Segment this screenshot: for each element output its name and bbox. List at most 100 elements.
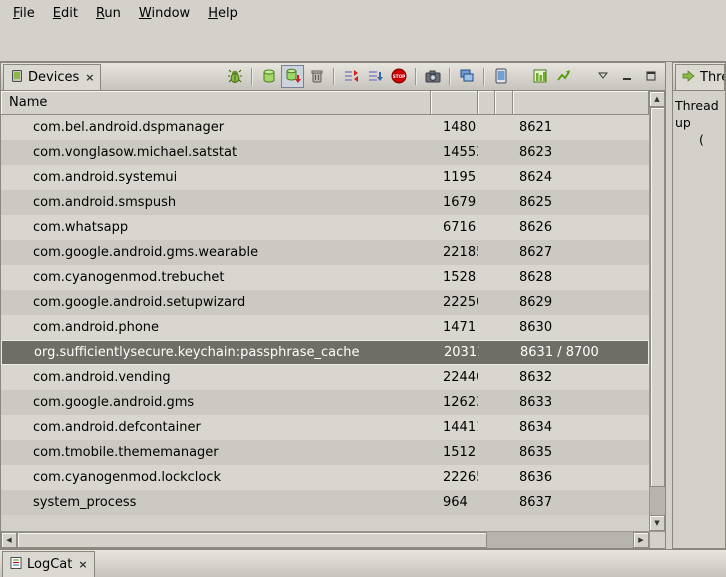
column-header-name[interactable]: Name	[1, 91, 431, 115]
method-profiling-icon[interactable]	[528, 65, 551, 88]
process-name: com.android.smspush	[1, 195, 431, 210]
tab-devices[interactable]: Devices ×	[3, 64, 101, 90]
process-port: 8625	[513, 195, 649, 210]
table-row[interactable]: system_process 964 8637	[1, 490, 649, 515]
scrollbar-corner	[649, 531, 665, 548]
menu-edit[interactable]: Edit	[44, 2, 87, 25]
tab-threads-label: Threads	[700, 70, 725, 85]
scroll-up-icon[interactable]: ▲	[649, 91, 665, 107]
table-rows: com.bel.android.dspmanager 1480 8621 com…	[1, 115, 649, 515]
menu-run[interactable]: Run	[87, 2, 130, 25]
column-header-b[interactable]	[495, 91, 513, 115]
table-row[interactable]: com.android.phone 1471 8630	[1, 315, 649, 340]
logcat-bar: LogCat ×	[0, 549, 726, 577]
update-threads-icon[interactable]	[339, 65, 362, 88]
process-port: 8629	[513, 295, 649, 310]
process-port: 8628	[513, 270, 649, 285]
threads-message: Thread up (	[673, 91, 725, 154]
process-table: Name com.bel.android.dspmanager 1480 862…	[1, 91, 665, 548]
table-row[interactable]: com.android.smspush 1679 8625	[1, 190, 649, 215]
column-header-a[interactable]	[478, 91, 495, 115]
toolbar-separator	[483, 68, 484, 85]
update-heap-icon[interactable]	[257, 65, 280, 88]
tab-logcat[interactable]: LogCat ×	[2, 551, 95, 577]
table-row[interactable]: com.whatsapp 6716 8626	[1, 215, 649, 240]
menu-help[interactable]: Help	[199, 2, 247, 25]
horizontal-scrollbar[interactable]: ◀ ▶	[1, 531, 649, 548]
process-port: 8634	[513, 420, 649, 435]
process-name: com.android.vending	[1, 370, 431, 385]
process-name: com.android.systemui	[1, 170, 431, 185]
devices-tabbar: Devices ×	[1, 63, 665, 91]
vertical-scrollbar[interactable]: ▲ ▼	[649, 91, 665, 531]
process-port: 8636	[513, 470, 649, 485]
close-icon[interactable]: ×	[78, 558, 87, 571]
scroll-down-icon[interactable]: ▼	[649, 515, 665, 531]
table-row[interactable]: com.cyanogenmod.lockclock 22265 8636	[1, 465, 649, 490]
scroll-left-icon[interactable]: ◀	[1, 532, 17, 548]
threads-message-line2: (	[675, 131, 723, 148]
table-row[interactable]: com.vonglasow.michael.satstat 14553 8623	[1, 140, 649, 165]
close-icon[interactable]: ×	[85, 71, 94, 84]
debug-icon[interactable]	[223, 65, 246, 88]
process-name: com.google.android.setupwizard	[1, 295, 431, 310]
view-menu-icon[interactable]	[591, 65, 614, 88]
network-statistics-icon[interactable]	[552, 65, 575, 88]
tab-threads[interactable]: Threads	[675, 64, 725, 90]
cause-gc-icon[interactable]	[305, 65, 328, 88]
table-row[interactable]: com.android.defcontainer 14411 8634	[1, 415, 649, 440]
table-row[interactable]: com.google.android.gms.wearable 22185 86…	[1, 240, 649, 265]
process-name: org.sufficientlysecure.keychain:passphra…	[2, 345, 432, 360]
process-name: com.google.android.gms	[1, 395, 431, 410]
table-row[interactable]: com.android.systemui 1195 8624	[1, 165, 649, 190]
scroll-right-icon[interactable]: ▶	[633, 532, 649, 548]
threads-tabbar: Threads	[673, 63, 725, 91]
table-row[interactable]: com.cyanogenmod.trebuchet 1528 8628	[1, 265, 649, 290]
ui-automator-dump-icon[interactable]	[489, 65, 512, 88]
screen-capture-icon[interactable]	[421, 65, 444, 88]
toolbar-separator	[251, 68, 252, 85]
table-row[interactable]: com.android.vending 22440 8632	[1, 365, 649, 390]
menu-window[interactable]: Window	[130, 2, 199, 25]
column-header-port[interactable]	[513, 91, 649, 115]
process-pid: 1512	[431, 445, 478, 460]
maximize-icon[interactable]	[639, 65, 662, 88]
table-row[interactable]: com.google.android.setupwizard 22250 862…	[1, 290, 649, 315]
toolbar-separator	[415, 68, 416, 85]
horizontal-scroll-thumb[interactable]	[17, 532, 487, 548]
table-row[interactable]: com.tmobile.thememanager 1512 8635	[1, 440, 649, 465]
table-row[interactable]: com.bel.android.dspmanager 1480 8621	[1, 115, 649, 140]
process-pid: 6716	[431, 220, 478, 235]
devices-panel: Devices ×	[0, 62, 666, 549]
dump-thread-stacks-icon[interactable]	[363, 65, 386, 88]
process-pid: 14411	[431, 420, 478, 435]
devices-view-toolbar: STOP	[223, 62, 665, 90]
process-port: 8630	[513, 320, 649, 335]
process-pid: 1471	[431, 320, 478, 335]
toolbar-separator	[449, 68, 450, 85]
process-pid: 1480	[431, 120, 478, 135]
process-port: 8632	[513, 370, 649, 385]
vertical-scroll-thumb[interactable]	[650, 107, 665, 487]
logcat-icon	[9, 556, 23, 574]
main-toolbar	[0, 26, 726, 62]
device-icon	[10, 69, 24, 87]
dump-hprof-icon[interactable]	[281, 65, 304, 88]
table-row[interactable]: com.google.android.gms 12623 8633	[1, 390, 649, 415]
table-row-selected[interactable]: org.sufficientlysecure.keychain:passphra…	[1, 340, 649, 365]
tab-logcat-label: LogCat	[27, 557, 72, 572]
process-port: 8637	[513, 495, 649, 510]
process-pid: 964	[431, 495, 478, 510]
menu-file[interactable]: File	[4, 2, 44, 25]
stop-process-icon[interactable]: STOP	[387, 65, 410, 88]
process-name: com.cyanogenmod.lockclock	[1, 470, 431, 485]
hierarchy-view-icon[interactable]	[455, 65, 478, 88]
minimize-icon[interactable]	[615, 65, 638, 88]
process-name: system_process	[1, 495, 431, 510]
stop-label: STOP	[392, 74, 405, 79]
threads-icon	[682, 69, 696, 87]
table-header: Name	[1, 91, 649, 115]
column-header-pid[interactable]	[431, 91, 478, 115]
process-pid: 22250	[431, 295, 478, 310]
process-port: 8626	[513, 220, 649, 235]
